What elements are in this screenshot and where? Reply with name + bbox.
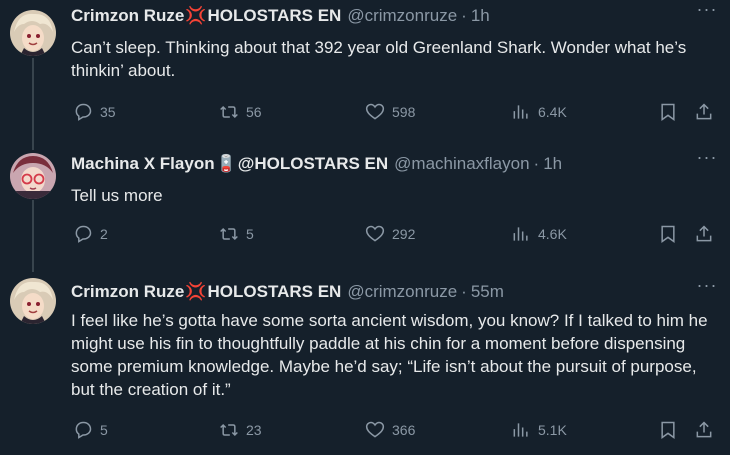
tweet[interactable]: Machina X Flayon 🪫 @HOLOSTARS EN @machin… [0,148,730,268]
reply-button[interactable]: 5 [73,420,108,440]
like-count: 292 [392,226,416,242]
like-icon [365,103,385,120]
tweet-text: I feel like he’s gotta have some sorta a… [71,311,708,399]
views-count: 4.6K [538,226,567,242]
retweet-button[interactable]: 5 [219,224,254,244]
like-button[interactable]: 598 [365,102,415,122]
bookmark-icon [661,103,675,121]
views-count: 5.1K [538,422,567,438]
anger-badge-icon: 💢 [185,282,207,301]
user-handle[interactable]: @crimzonruze [347,6,457,26]
bookmark-icon [661,421,675,439]
timestamp[interactable]: 1h [471,6,490,26]
tweet[interactable]: Crimzon Ruze 💢 HOLOSTARS EN @crimzonruze… [0,276,730,455]
like-icon [365,421,385,438]
anger-badge-icon: 💢 [185,6,207,25]
avatar[interactable] [10,153,56,199]
display-name-suffix[interactable]: HOLOSTARS EN [208,6,342,26]
separator-dot: · [533,154,540,173]
low-battery-badge-icon: 🪫 [215,154,237,173]
tweet-header: Crimzon Ruze 💢 HOLOSTARS EN @crimzonruze… [71,6,490,26]
like-count: 366 [392,422,416,438]
share-icon [696,103,712,120]
retweet-icon [220,227,238,241]
views-button[interactable]: 4.6K [511,224,567,244]
more-options-icon[interactable]: ··· [696,0,718,22]
bookmark-button[interactable] [658,420,678,440]
views-count: 6.4K [538,104,567,120]
reply-button[interactable]: 2 [73,224,108,244]
retweet-button[interactable]: 56 [219,102,262,122]
like-button[interactable]: 366 [365,420,415,440]
like-count: 598 [392,104,416,120]
action-bar: 5 23 366 5.1K [0,420,730,444]
retweet-count: 5 [246,226,254,242]
avatar[interactable] [10,278,56,324]
bookmark-button[interactable] [658,102,678,122]
share-button[interactable] [694,224,714,244]
tweet-header: Crimzon Ruze 💢 HOLOSTARS EN @crimzonruze… [71,282,504,302]
views-button[interactable]: 5.1K [511,420,567,440]
display-name[interactable]: Crimzon Ruze [71,282,184,302]
reply-icon [75,225,92,243]
reply-count: 2 [100,226,108,242]
tweet-header: Machina X Flayon 🪫 @HOLOSTARS EN @machin… [71,154,562,174]
share-button[interactable] [694,420,714,440]
tweet-text: Tell us more [71,186,163,205]
reply-count: 5 [100,422,108,438]
share-button[interactable] [694,102,714,122]
display-name-suffix[interactable]: HOLOSTARS EN [208,282,342,302]
tweet-text: Can’t sleep. Thinking about that 392 yea… [71,38,687,80]
timestamp[interactable]: 1h [543,154,562,174]
display-name[interactable]: Crimzon Ruze [71,6,184,26]
display-name[interactable]: Machina X Flayon [71,154,215,174]
reply-icon [75,421,92,439]
retweet-icon [220,423,238,437]
views-button[interactable]: 6.4K [511,102,567,122]
like-button[interactable]: 292 [365,224,415,244]
user-handle[interactable]: @crimzonruze [347,282,457,302]
share-icon [696,225,712,242]
user-handle[interactable]: @machinaxflayon [394,154,529,174]
more-options-icon[interactable]: ··· [696,276,718,298]
retweet-count: 56 [246,104,262,120]
views-icon [513,227,528,241]
bookmark-button[interactable] [658,224,678,244]
bookmark-icon [661,225,675,243]
action-bar: 35 56 598 6.4K [0,102,730,126]
separator-dot: · [461,282,467,301]
more-options-icon[interactable]: ··· [696,148,718,170]
reply-button[interactable]: 35 [73,102,116,122]
share-icon [696,421,712,438]
retweet-button[interactable]: 23 [219,420,262,440]
retweet-icon [220,105,238,119]
timestamp[interactable]: 55m [471,282,504,302]
views-icon [513,423,528,437]
views-icon [513,105,528,119]
reply-count: 35 [100,104,116,120]
avatar[interactable] [10,10,56,56]
display-name-suffix[interactable]: @HOLOSTARS EN [238,154,388,174]
separator-dot: · [461,6,467,25]
reply-icon [75,103,92,121]
tweet[interactable]: Crimzon Ruze 💢 HOLOSTARS EN @crimzonruze… [0,0,730,140]
action-bar: 2 5 292 4.6K [0,224,730,248]
retweet-count: 23 [246,422,262,438]
like-icon [365,225,385,242]
